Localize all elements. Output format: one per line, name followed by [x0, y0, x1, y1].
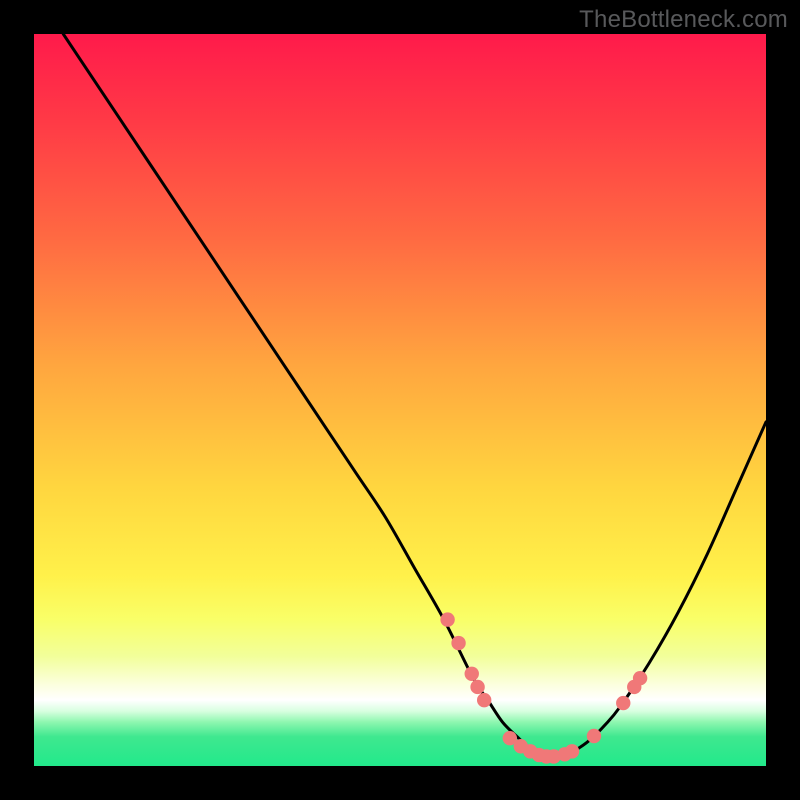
- watermark-text: TheBottleneck.com: [579, 6, 788, 34]
- data-dot: [440, 612, 454, 626]
- data-dot: [633, 671, 647, 685]
- plot-area: [34, 34, 766, 766]
- data-dot: [451, 636, 465, 650]
- gradient-background: [34, 34, 766, 766]
- data-dot: [477, 693, 491, 707]
- data-dot: [470, 680, 484, 694]
- data-dot: [616, 696, 630, 710]
- chart-container: TheBottleneck.com: [0, 0, 800, 800]
- data-dot: [565, 744, 579, 758]
- data-dot: [587, 729, 601, 743]
- data-dot: [465, 667, 479, 681]
- chart-svg: [34, 34, 766, 766]
